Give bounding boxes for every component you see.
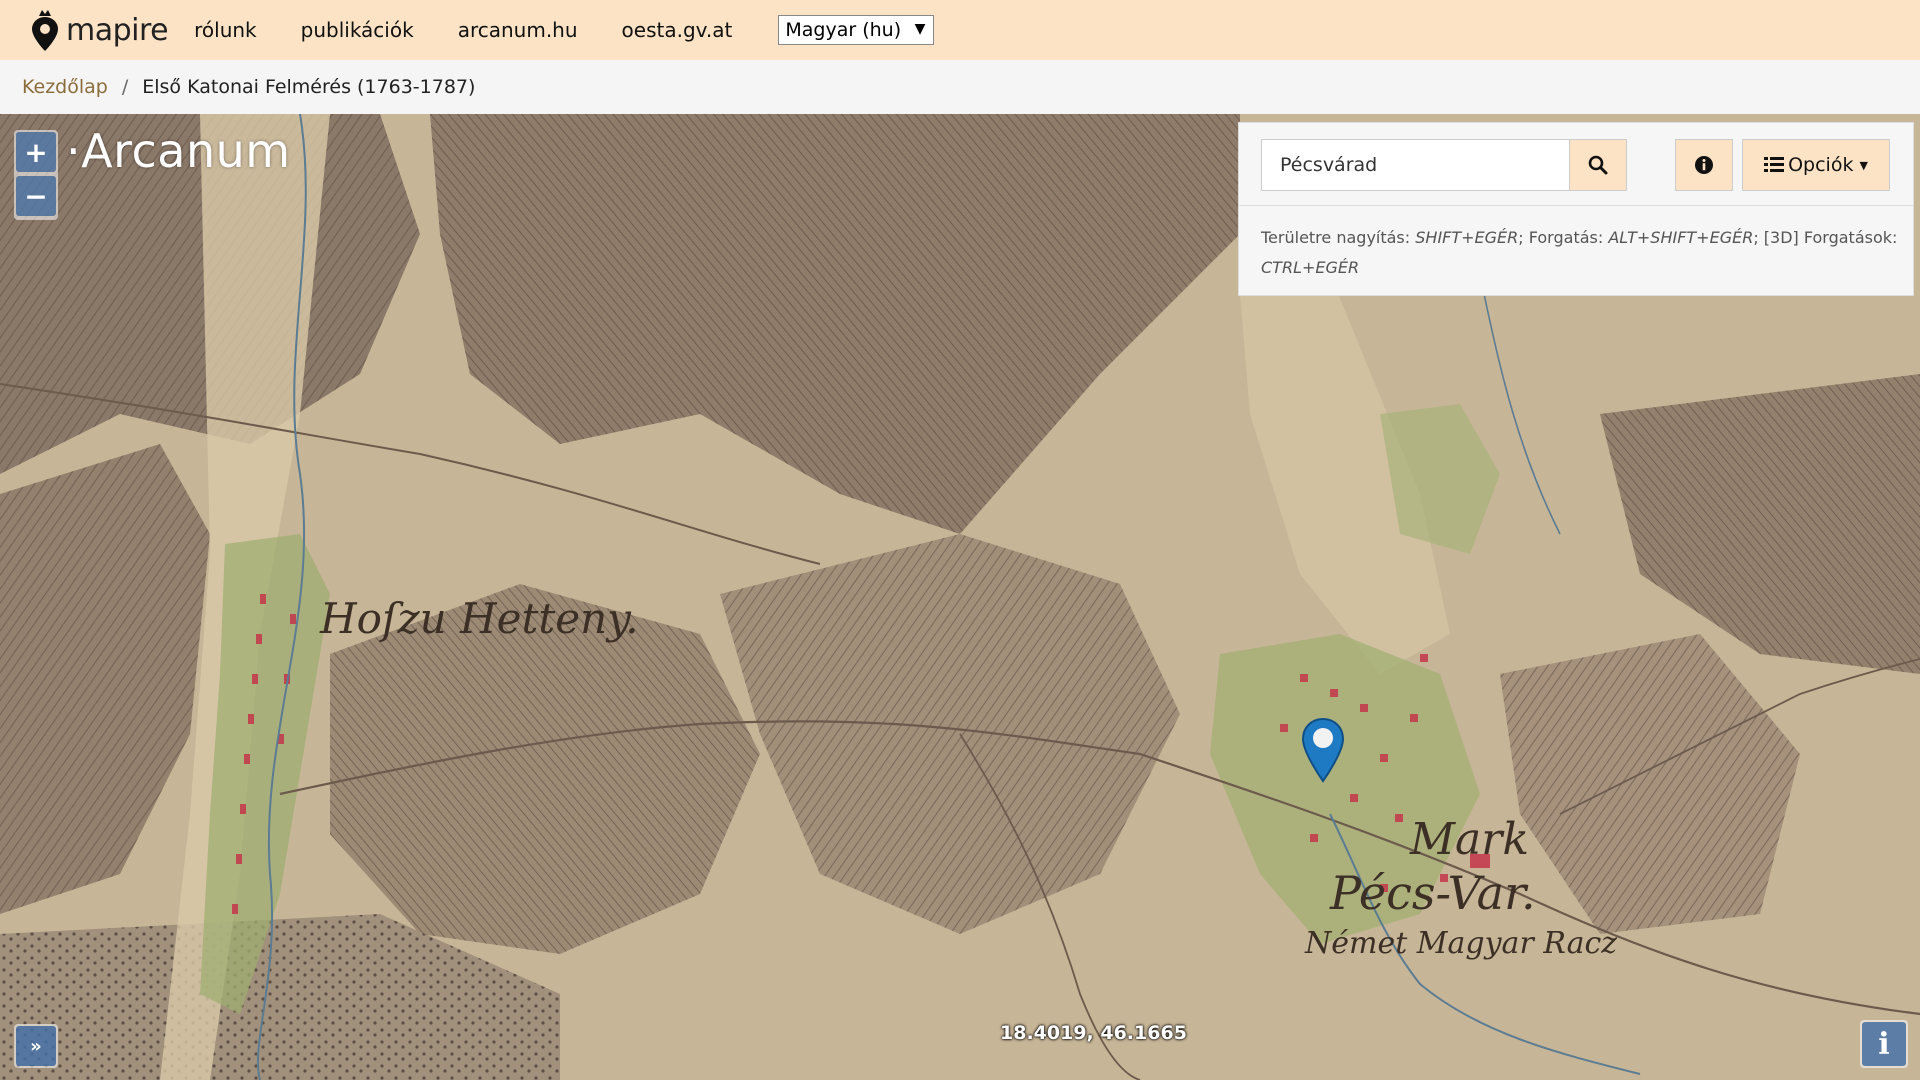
mapire-logo[interactable]: mapire (28, 0, 169, 60)
nav-link-arcanum[interactable]: arcanum.hu (458, 18, 578, 42)
language-value: Magyar (hu) (785, 19, 902, 41)
logo-text: mapire (66, 12, 169, 48)
arcanum-watermark-text: Arcanum (81, 124, 291, 178)
attribution-info-button[interactable]: i (1860, 1020, 1908, 1068)
nav-link-publikaciok[interactable]: publikációk (301, 18, 414, 42)
options-label: Opciók (1788, 154, 1854, 176)
keyboard-help-text: Területre nagyítás: SHIFT+EGÉR; Forgatás… (1261, 223, 1901, 283)
help-rotate-keys: ALT+SHIFT+EGÉR (1608, 228, 1754, 247)
breadcrumb-separator: / (121, 76, 129, 98)
top-navbar: mapire rólunk publikációk arcanum.hu oes… (0, 0, 1920, 60)
panel-divider (1239, 205, 1913, 206)
help-zoom-label: Területre nagyítás: (1261, 228, 1411, 247)
dropdown-caret-icon: ▼ (914, 21, 926, 37)
map-label-mark: Mark (1410, 814, 1529, 865)
map-pin-logo-icon (32, 10, 58, 51)
help-rotate3d-keys: CTRL+EGÉR (1261, 258, 1360, 277)
zoom-control: + − (14, 130, 58, 220)
breadcrumb: Kezdőlap / Első Katonai Felmérés (1763-1… (0, 60, 1920, 114)
help-rotate3d-label: ; [3D] Forgatások: (1753, 228, 1898, 247)
search-button[interactable] (1569, 139, 1627, 191)
help-zoom-keys: SHIFT+EGÉR (1415, 228, 1519, 247)
search-icon (1588, 155, 1608, 175)
search-panel: Opciók ▼ Területre nagyítás: SHIFT+EGÉR;… (1238, 122, 1914, 296)
info-circle-icon (1695, 156, 1713, 174)
language-select[interactable]: Magyar (hu) ▼ (778, 15, 935, 45)
expand-sidebar-button[interactable]: » (14, 1024, 58, 1068)
zoom-in-button[interactable]: + (16, 132, 56, 172)
double-chevron-right-icon: » (16, 1026, 56, 1066)
cursor-coordinates: 18.4019, 46.1665 (1000, 1022, 1187, 1044)
map-label-pecsvar: Pécs-Var. (1330, 866, 1536, 920)
nav-link-rolunk[interactable]: rólunk (194, 18, 257, 42)
help-rotate-label: ; Forgatás: (1518, 228, 1604, 247)
caret-down-icon: ▼ (1859, 158, 1868, 172)
location-marker-icon[interactable] (1301, 717, 1345, 783)
options-dropdown-button[interactable]: Opciók ▼ (1742, 139, 1890, 191)
info-button[interactable] (1675, 139, 1733, 191)
map-label-nemet-magyar-racz: Német Magyar Racz (1305, 926, 1618, 961)
zoom-out-button[interactable]: − (16, 176, 56, 216)
list-icon (1764, 157, 1785, 172)
arcanum-watermark: ·Arcanum (66, 124, 291, 178)
search-input[interactable] (1261, 139, 1571, 191)
breadcrumb-home-link[interactable]: Kezdőlap (22, 76, 108, 98)
nav-link-oesta[interactable]: oesta.gv.at (622, 18, 733, 42)
map-label-hosszuhetteny: Hoſzu Hetteny. (320, 594, 639, 643)
info-icon: i (1862, 1022, 1906, 1066)
breadcrumb-current: Első Katonai Felmérés (1763-1787) (142, 76, 476, 98)
